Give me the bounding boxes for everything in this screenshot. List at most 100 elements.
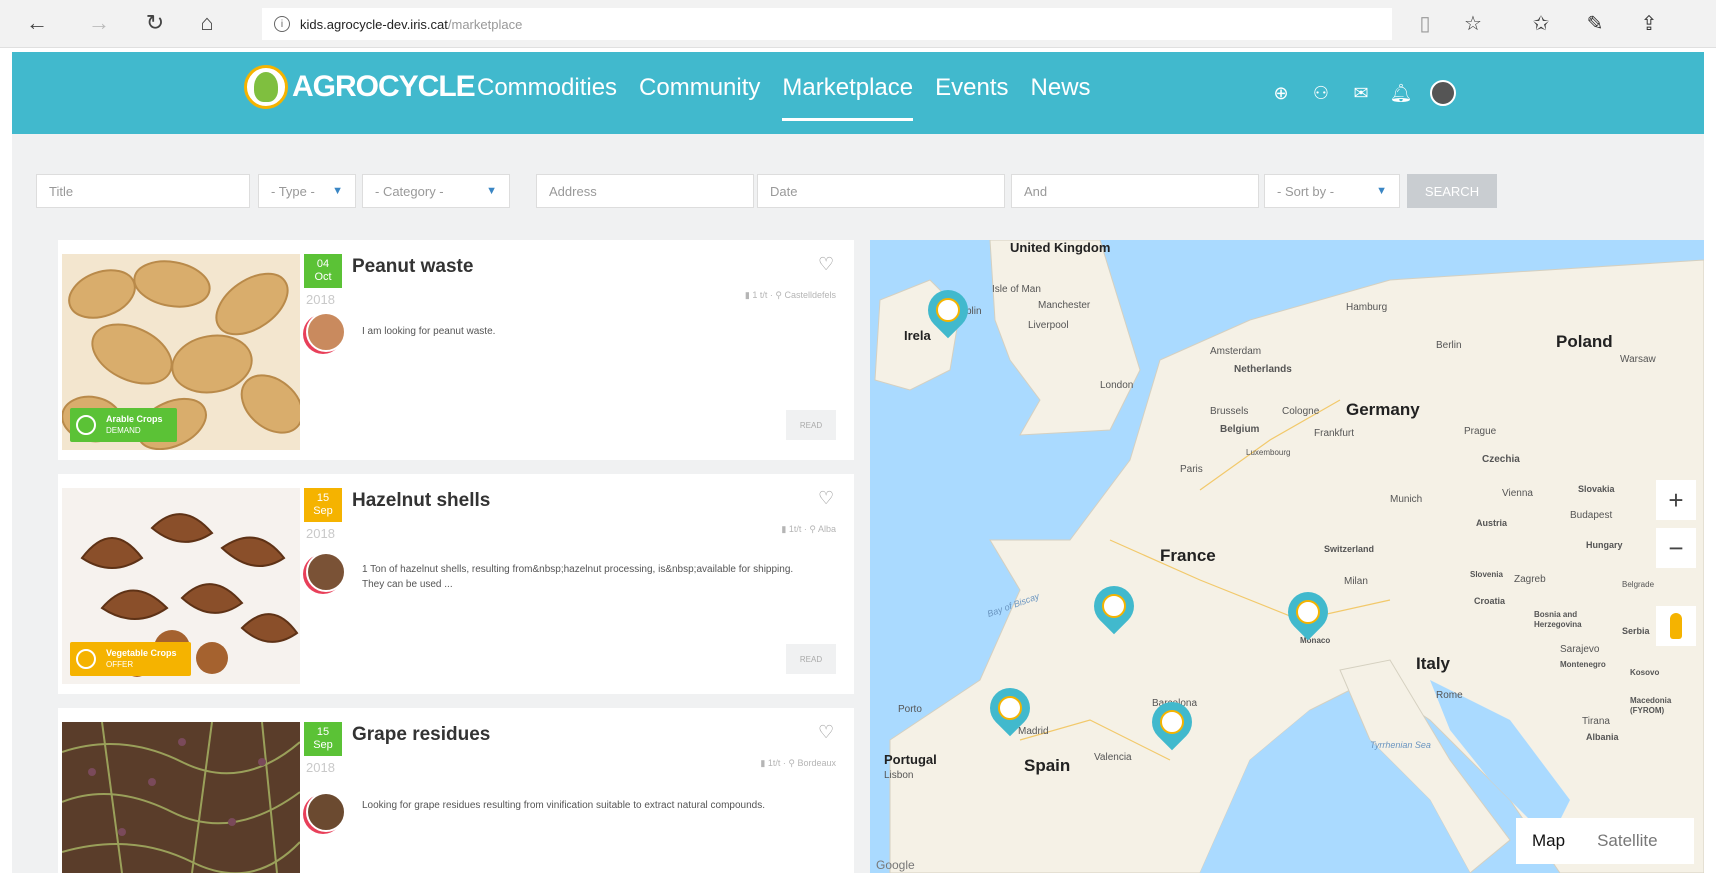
avatar[interactable] xyxy=(306,312,346,352)
url-host: kids.agrocycle-dev.iris.cat xyxy=(300,16,448,32)
map-pin-marker[interactable] xyxy=(1085,577,1143,638)
mail-icon[interactable]: ✉ xyxy=(1350,82,1372,104)
share-icon[interactable]: ⇪ xyxy=(1634,8,1664,38)
category-select-label: - Category - xyxy=(375,183,444,199)
map-label-croatia: Croatia xyxy=(1474,596,1506,606)
read-button[interactable]: READ xyxy=(786,410,836,440)
heart-icon[interactable]: ♡ xyxy=(818,254,834,275)
category-badge: Vegetable Crops OFFER xyxy=(70,642,191,676)
street-view-pegman[interactable] xyxy=(1656,606,1696,646)
notes-pen-icon[interactable]: ✎ xyxy=(1580,8,1610,38)
map-label-austria: Austria xyxy=(1476,518,1508,528)
map-type-map-button[interactable]: Map xyxy=(1516,831,1581,851)
heart-icon[interactable]: ♡ xyxy=(818,722,834,743)
chevron-down-icon: ▼ xyxy=(1376,185,1387,197)
type-select[interactable]: - Type - ▼ xyxy=(258,174,356,208)
zoom-in-button[interactable]: + xyxy=(1656,480,1696,520)
back-icon[interactable]: ← xyxy=(22,8,52,38)
nav-community[interactable]: Community xyxy=(639,74,760,121)
logo[interactable]: AGROCYCLE xyxy=(244,62,476,112)
listing-title[interactable]: Hazelnut shells xyxy=(352,490,490,512)
listing-card[interactable]: Vegetable Crops OFFER 15 Sep 2018 Hazelnu… xyxy=(58,474,854,694)
app-header: AGROCYCLE Commodities Community Marketpl… xyxy=(12,52,1704,134)
map[interactable]: United Kingdom Isle of Man Manchester Li… xyxy=(870,240,1704,873)
user-avatar[interactable] xyxy=(1430,80,1456,106)
address-bar[interactable]: i kids.agrocycle-dev.iris.cat/marketplac… xyxy=(262,8,1392,40)
map-label-belgium: Belgium xyxy=(1220,424,1260,435)
home-icon[interactable]: ⌂ xyxy=(192,8,222,38)
listing-title[interactable]: Grape residues xyxy=(352,724,490,746)
map-pin-marker[interactable] xyxy=(1143,693,1201,754)
badge-type: DEMAND xyxy=(106,426,141,435)
map-label-slovenia: Slovenia xyxy=(1470,570,1503,579)
reading-view-icon[interactable]: ▯ xyxy=(1410,8,1440,38)
info-icon[interactable]: i xyxy=(274,16,290,32)
map-label-tirana: Tirana xyxy=(1582,716,1610,727)
avatar[interactable] xyxy=(306,792,346,832)
map-label-hungary: Hungary xyxy=(1586,540,1623,550)
header-icons: ⊕ ⚇ ✉ 🔔︎ xyxy=(1270,80,1456,106)
map-pin-marker[interactable] xyxy=(981,679,1039,740)
listing-meta: ▮ 1 t/t · ⚲ Castelldefels xyxy=(744,290,836,300)
date-badge: 04 Oct xyxy=(304,254,342,288)
favorites-list-icon[interactable]: ✩ xyxy=(1526,8,1556,38)
chevron-down-icon: ▼ xyxy=(332,185,343,197)
category-badge: Arable Crops DEMAND xyxy=(70,408,177,442)
map-pin-marker[interactable] xyxy=(1279,583,1337,644)
search-button[interactable]: SEARCH xyxy=(1407,174,1497,208)
add-icon[interactable]: ⊕ xyxy=(1270,82,1292,104)
listing-image-peanuts[interactable]: Arable Crops DEMAND xyxy=(62,254,300,450)
bell-icon[interactable]: 🔔︎ xyxy=(1390,82,1413,104)
map-label-slovakia: Slovakia xyxy=(1578,484,1615,494)
date-day: 15 xyxy=(316,492,330,504)
zoom-out-button[interactable]: − xyxy=(1656,528,1696,568)
address-input[interactable]: Address xyxy=(536,174,754,208)
nav-marketplace[interactable]: Marketplace xyxy=(782,74,914,121)
map-label-budapest: Budapest xyxy=(1570,510,1613,521)
nav-news[interactable]: News xyxy=(1031,74,1091,121)
date-from-input[interactable]: Date xyxy=(757,174,1005,208)
nav-events[interactable]: Events xyxy=(935,74,1008,121)
map-label-albania: Albania xyxy=(1586,732,1619,742)
map-label-belgrade: Belgrade xyxy=(1622,580,1655,589)
type-select-label: - Type - xyxy=(271,183,315,199)
groups-icon[interactable]: ⚇ xyxy=(1310,82,1332,104)
map-type-satellite-button[interactable]: Satellite xyxy=(1581,831,1673,851)
map-label-montenegro: Montenegro xyxy=(1560,660,1606,669)
listing-image-grapes[interactable] xyxy=(62,722,300,873)
listing-card[interactable]: 15 Sep 2018 Grape residues ♡ ▮ 1t/t · ⚲ … xyxy=(58,708,854,873)
url-path: /marketplace xyxy=(447,16,523,32)
map-label-manchester: Manchester xyxy=(1038,300,1091,311)
avatar[interactable] xyxy=(306,552,346,592)
map-label-berlin: Berlin xyxy=(1436,340,1462,351)
map-label-tyrrhenian: Tyrrhenian Sea xyxy=(1370,740,1431,750)
refresh-icon[interactable]: ↻ xyxy=(140,8,170,38)
map-label-warsaw: Warsaw xyxy=(1620,354,1656,365)
meta-location: Castelldefels xyxy=(784,290,836,300)
map-label-bosnia: Bosnia and Herzegovina xyxy=(1534,610,1582,629)
title-input[interactable]: Title xyxy=(36,174,250,208)
date-year: 2018 xyxy=(306,526,335,541)
map-label-zagreb: Zagreb xyxy=(1514,574,1546,585)
map-label-czechia: Czechia xyxy=(1482,454,1520,465)
map-label-netherlands: Netherlands xyxy=(1234,364,1292,375)
heart-icon[interactable]: ♡ xyxy=(818,488,834,509)
map-label-rome: Rome xyxy=(1436,690,1463,701)
map-label-luxembourg: Luxembourg xyxy=(1246,448,1291,457)
map-label-valencia: Valencia xyxy=(1094,752,1132,763)
date-to-input[interactable]: And xyxy=(1011,174,1259,208)
sort-select[interactable]: - Sort by - ▼ xyxy=(1264,174,1400,208)
map-pin-marker[interactable] xyxy=(919,281,977,342)
read-button[interactable]: READ xyxy=(786,644,836,674)
nav-commodities[interactable]: Commodities xyxy=(477,74,617,121)
map-type-control: Map Satellite xyxy=(1516,818,1694,864)
category-select[interactable]: - Category - ▼ xyxy=(362,174,510,208)
map-label-paris: Paris xyxy=(1180,464,1203,475)
listing-image-hazelnuts[interactable]: Vegetable Crops OFFER xyxy=(62,488,300,684)
forward-icon[interactable]: → xyxy=(84,8,114,38)
map-label-amsterdam: Amsterdam xyxy=(1210,346,1262,357)
listing-title[interactable]: Peanut waste xyxy=(352,256,473,278)
date-year: 2018 xyxy=(306,292,335,307)
listing-card[interactable]: Arable Crops DEMAND 04 Oct 2018 Peanut wa… xyxy=(58,240,854,460)
favorite-star-icon[interactable]: ☆ xyxy=(1458,8,1488,38)
